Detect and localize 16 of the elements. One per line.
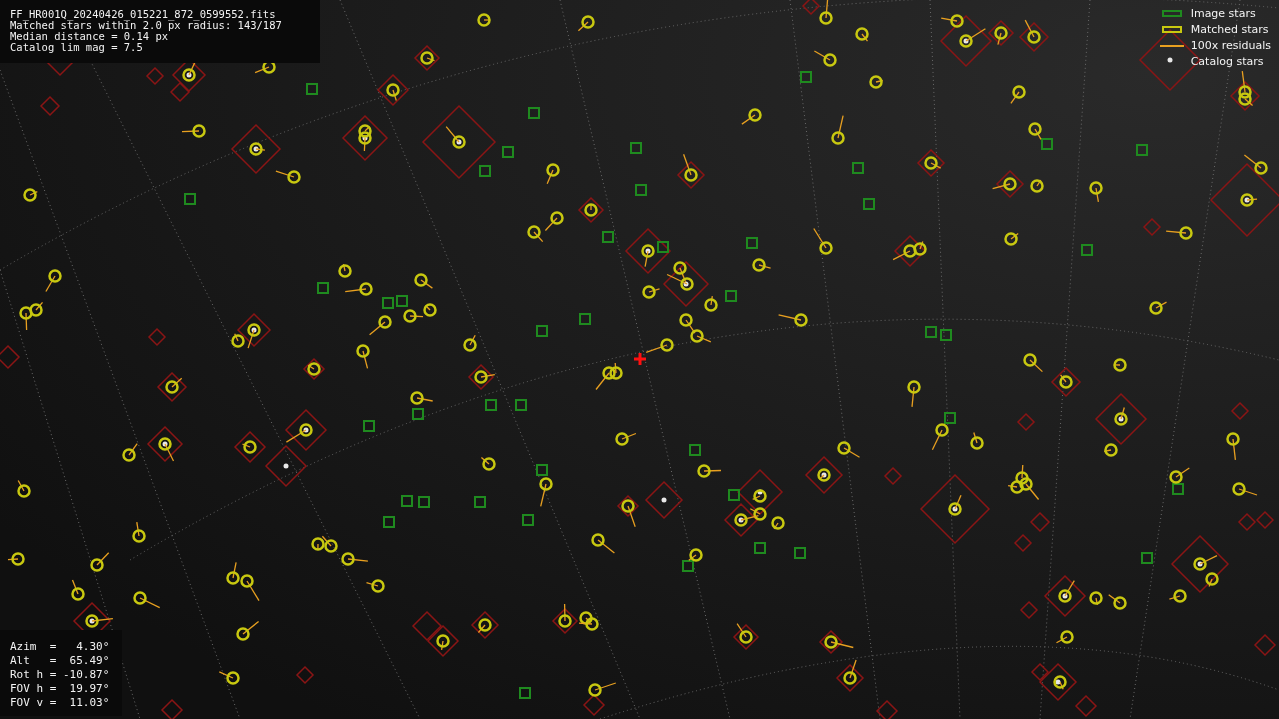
info-text: Median distance = 0.14 px (10, 31, 169, 42)
legend-label: 100x residuals (1190, 39, 1271, 52)
line-marker-icon (1159, 44, 1184, 47)
pointing-text: Alt = 65.49° (10, 654, 110, 668)
legend-label: Matched stars (1190, 23, 1269, 36)
square-marker-icon (1161, 10, 1182, 17)
pointing-text: FOV h = 19.97° (10, 682, 110, 696)
info-text: Catalog lim mag = 7.5 (10, 42, 143, 53)
info-text: Matched stars within 2.0 px radius: 143/187 (10, 20, 282, 31)
pointing-text: FOV v = 11.03° (10, 696, 110, 710)
legend-label: Image stars (1190, 7, 1256, 20)
square-marker-icon (1161, 26, 1182, 33)
legend-label: Catalog stars (1190, 55, 1264, 68)
pointing-text: Rot h = -10.87° (10, 668, 110, 682)
pointing-text: Azim = 4.30° (10, 640, 110, 654)
info-text: FF_HR001Q_20240426_015221_872_0599552.fits (10, 9, 276, 20)
